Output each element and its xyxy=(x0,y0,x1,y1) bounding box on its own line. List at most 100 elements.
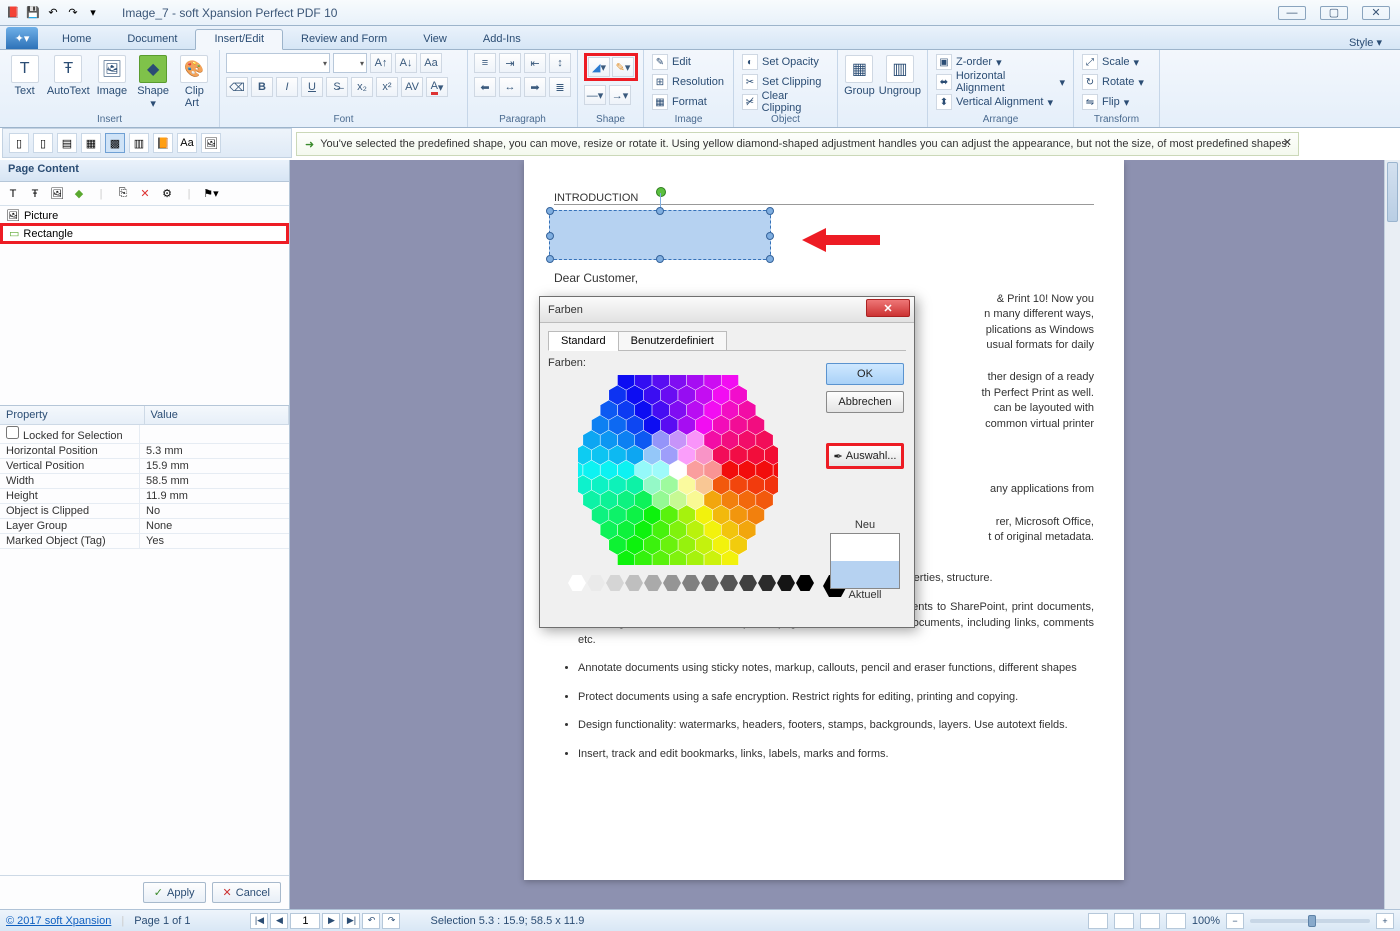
handle-w[interactable] xyxy=(546,232,554,240)
group-button[interactable]: ▦Group xyxy=(844,53,875,97)
property-row[interactable]: Vertical Position15.9 mm xyxy=(0,459,289,474)
property-row[interactable]: Layer GroupNone xyxy=(0,519,289,534)
property-row[interactable]: Horizontal Position5.3 mm xyxy=(0,444,289,459)
info-close-icon[interactable]: ✕ xyxy=(1283,136,1292,149)
valign-button[interactable]: ⬍Vertical Alignment ▾ xyxy=(934,93,1067,111)
handle-ne[interactable] xyxy=(766,207,774,215)
scale-button[interactable]: ⤢Scale ▾ xyxy=(1080,53,1146,71)
align-center-icon[interactable]: ↔ xyxy=(499,77,521,97)
zoom-thumb[interactable] xyxy=(1308,915,1316,927)
ungroup-button[interactable]: ▥Ungroup xyxy=(879,53,921,97)
view-mode4-icon[interactable] xyxy=(1166,913,1186,929)
view-mode2-icon[interactable] xyxy=(1114,913,1134,929)
property-row[interactable]: Width58.5 mm xyxy=(0,474,289,489)
layout2-icon[interactable]: ▦ xyxy=(81,133,101,153)
zoom-in-icon[interactable]: + xyxy=(1376,913,1394,929)
ok-button[interactable]: OK xyxy=(826,363,904,385)
zoom-slider[interactable] xyxy=(1250,919,1370,923)
para-spacing-icon[interactable]: ↕ xyxy=(549,53,571,73)
char-spacing-icon[interactable]: A͏V xyxy=(401,77,423,97)
flip-button[interactable]: ⇋Flip ▾ xyxy=(1080,93,1146,111)
font-size-combo[interactable] xyxy=(333,53,367,73)
handle-se[interactable] xyxy=(766,255,774,263)
text-button[interactable]: TText xyxy=(6,53,43,97)
shape-arrow-icon[interactable]: →▾ xyxy=(609,85,631,105)
pic-icon[interactable]: 🖼 xyxy=(201,133,221,153)
last-page-icon[interactable]: ▶| xyxy=(342,913,360,929)
strike-icon[interactable]: S̶ xyxy=(326,77,348,97)
zorder-button[interactable]: ▣Z-order ▾ xyxy=(934,53,1067,71)
clear-clipping-button[interactable]: ✂̸Clear Clipping xyxy=(740,93,831,111)
tb-autotext-icon[interactable]: Ŧ xyxy=(26,185,44,203)
next-view-icon[interactable]: ↷ xyxy=(382,913,400,929)
tb-more-icon[interactable]: ⚑▾ xyxy=(202,185,220,203)
tab-view[interactable]: View xyxy=(405,30,465,49)
property-row[interactable]: Height11.9 mm xyxy=(0,489,289,504)
doc2-icon[interactable]: ▯ xyxy=(33,133,53,153)
property-row[interactable]: Marked Object (Tag)Yes xyxy=(0,534,289,549)
tab-insert-edit[interactable]: Insert/Edit xyxy=(195,29,283,50)
para-indent-icon[interactable]: ⇥ xyxy=(499,53,521,73)
set-clipping-button[interactable]: ✂Set Clipping xyxy=(740,73,831,91)
close-button[interactable]: ✕ xyxy=(1362,6,1390,20)
page-input[interactable] xyxy=(290,913,320,929)
dialog-cancel-button[interactable]: Abbrechen xyxy=(826,391,904,413)
tb-copy-icon[interactable]: ⎘ xyxy=(114,185,132,203)
image-edit-button[interactable]: ✎Edit xyxy=(650,53,726,71)
bold-icon[interactable]: B xyxy=(251,77,273,97)
subscript-icon[interactable]: x₂ xyxy=(351,77,373,97)
zoom-out-icon[interactable]: − xyxy=(1226,913,1244,929)
shape-line-icon[interactable]: —▾ xyxy=(584,85,606,105)
selected-rectangle[interactable] xyxy=(549,210,771,260)
para-outdent-icon[interactable]: ⇤ xyxy=(524,53,546,73)
vertical-scrollbar[interactable] xyxy=(1384,160,1400,909)
cancel-button[interactable]: ✕Cancel xyxy=(212,882,281,903)
layout4-icon[interactable]: ▥ xyxy=(129,133,149,153)
book-icon[interactable]: 📙 xyxy=(153,133,173,153)
font-color-icon[interactable]: A▾ xyxy=(426,77,448,97)
scroll-thumb[interactable] xyxy=(1387,162,1398,222)
handle-e[interactable] xyxy=(766,232,774,240)
tab-review[interactable]: Review and Form xyxy=(283,30,405,49)
autotext-button[interactable]: ŦAutoText xyxy=(47,53,89,97)
file-tab[interactable]: ✦▾ xyxy=(6,27,38,49)
image-resolution-button[interactable]: ⊞Resolution xyxy=(650,73,726,91)
apply-button[interactable]: ✓Apply xyxy=(143,882,206,903)
dialog-title[interactable]: Farben xyxy=(540,297,914,323)
tb-text-icon[interactable]: T xyxy=(4,185,22,203)
change-case-icon[interactable]: Aa xyxy=(420,53,442,73)
layout3-icon[interactable]: ▩ xyxy=(105,133,125,153)
shape-fill-icon[interactable]: ◢▾ xyxy=(588,57,610,77)
next-page-icon[interactable]: ▶ xyxy=(322,913,340,929)
shrink-font-icon[interactable]: A↓ xyxy=(395,53,417,73)
text-icon[interactable]: Aa xyxy=(177,133,197,153)
tab-standard[interactable]: Standard xyxy=(548,331,619,351)
view-mode1-icon[interactable] xyxy=(1088,913,1108,929)
halign-button[interactable]: ⬌Horizontal Alignment ▾ xyxy=(934,73,1067,91)
handle-sw[interactable] xyxy=(546,255,554,263)
copyright-link[interactable]: © 2017 soft Xpansion xyxy=(6,915,111,927)
view-mode3-icon[interactable] xyxy=(1140,913,1160,929)
align-right-icon[interactable]: ➡ xyxy=(524,77,546,97)
rotate-handle[interactable] xyxy=(656,187,666,197)
eyedropper-button[interactable]: ✒Auswahl... xyxy=(826,443,904,469)
align-left-icon[interactable]: ⬅ xyxy=(474,77,496,97)
property-row[interactable]: Locked for Selection xyxy=(0,425,289,444)
tab-document[interactable]: Document xyxy=(109,30,195,49)
handle-s[interactable] xyxy=(656,255,664,263)
color-hexagon[interactable] xyxy=(578,375,778,565)
layout1-icon[interactable]: ▤ xyxy=(57,133,77,153)
clear-format-icon[interactable]: ⌫ xyxy=(226,77,248,97)
property-row[interactable]: Object is ClippedNo xyxy=(0,504,289,519)
minimize-button[interactable]: — xyxy=(1278,6,1306,20)
shape-button[interactable]: ◆Shape▾ xyxy=(135,53,172,110)
lock-checkbox[interactable] xyxy=(6,426,19,439)
dialog-close-icon[interactable]: ✕ xyxy=(866,299,910,317)
image-format-button[interactable]: ▦Format xyxy=(650,93,726,111)
prev-page-icon[interactable]: ◀ xyxy=(270,913,288,929)
rotate-button[interactable]: ↻Rotate ▾ xyxy=(1080,73,1146,91)
style-dropdown[interactable]: Style ▾ xyxy=(1349,36,1400,49)
align-justify-icon[interactable]: ≣ xyxy=(549,77,571,97)
image-button[interactable]: 🖼Image xyxy=(93,53,130,97)
tb-delete-icon[interactable]: ✕ xyxy=(136,185,154,203)
